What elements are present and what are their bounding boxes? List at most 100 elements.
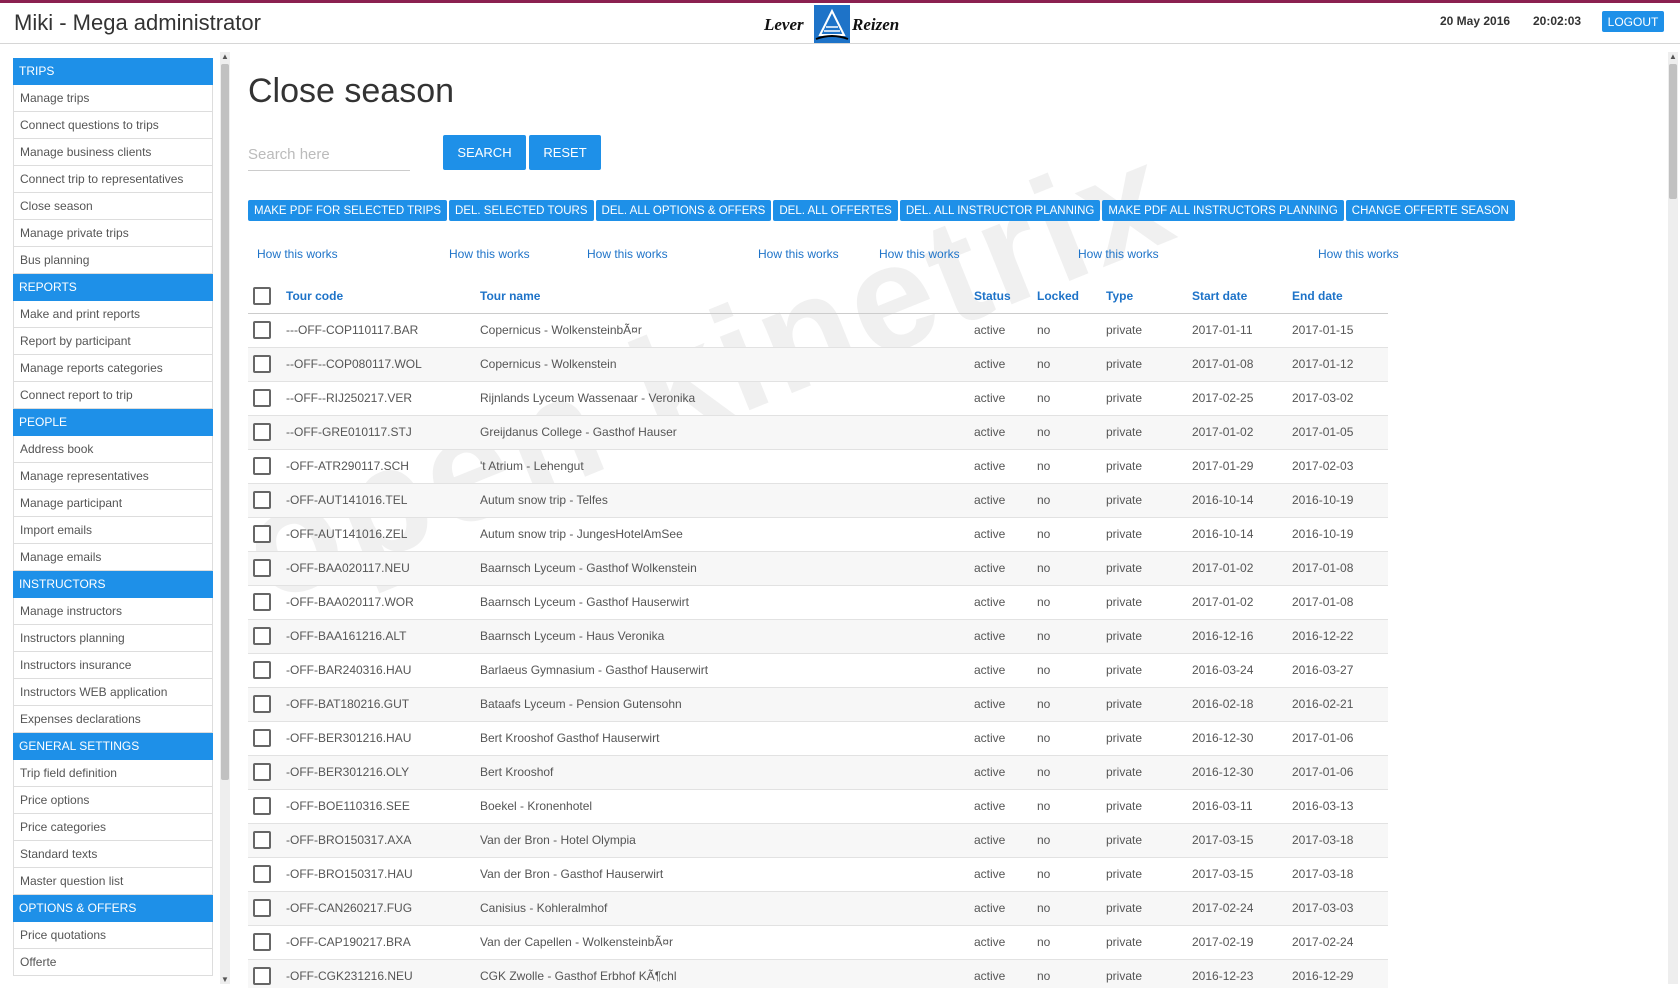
table-row[interactable]: -OFF-BAT180216.GUT Bataafs Lyceum - Pensi… bbox=[248, 687, 1388, 722]
search-button[interactable]: SEARCH bbox=[443, 135, 526, 170]
table-row[interactable]: -OFF-BRO150317.HAU Van der Bron - Gasthof… bbox=[248, 857, 1388, 892]
table-row[interactable]: -OFF-BAA020117.WOR Baarnsch Lyceum - Gast… bbox=[248, 585, 1388, 620]
row-checkbox[interactable] bbox=[253, 933, 271, 951]
select-all-checkbox[interactable] bbox=[253, 286, 271, 305]
how-this-works-link[interactable]: How this works bbox=[1078, 247, 1159, 261]
table-row[interactable]: ---OFF-COP110117.BAR Copernicus - Wolkens… bbox=[248, 313, 1388, 348]
sidebar-item-master-question-list[interactable]: Master question list bbox=[13, 868, 213, 895]
sidebar-item-manage-emails[interactable]: Manage emails bbox=[13, 544, 213, 571]
sidebar-item-manage-reports-categories[interactable]: Manage reports categories bbox=[13, 355, 213, 382]
table-row[interactable]: -OFF-CAN260217.FUG Canisius - Kohleralmho… bbox=[248, 891, 1388, 926]
row-checkbox[interactable] bbox=[253, 695, 271, 713]
sidebar-item-manage-private-trips[interactable]: Manage private trips bbox=[13, 220, 213, 247]
table-row[interactable]: --OFF--COP080117.WOL Copernicus - Wolkens… bbox=[248, 347, 1388, 382]
table-row[interactable]: -OFF-BOE110316.SEE Boekel - Kronenhotel ac… bbox=[248, 789, 1388, 824]
sidebar-section-general-settings[interactable]: GENERAL SETTINGS bbox=[13, 733, 213, 760]
sidebar-scrollbar-thumb[interactable] bbox=[221, 64, 229, 780]
row-checkbox[interactable] bbox=[253, 559, 271, 577]
action-button-del-selected-tours[interactable]: DEL. SELECTED TOURS bbox=[449, 200, 594, 221]
sidebar-item-price-options[interactable]: Price options bbox=[13, 787, 213, 814]
row-checkbox[interactable] bbox=[253, 525, 271, 543]
table-row[interactable]: --OFF--RIJ250217.VER Rijnlands Lyceum Was… bbox=[248, 381, 1388, 416]
table-row[interactable]: -OFF-BER301216.HAU Bert Krooshof Gasthof … bbox=[248, 721, 1388, 756]
sidebar-item-trip-field-definition[interactable]: Trip field definition bbox=[13, 760, 213, 787]
sidebar-item-manage-trips[interactable]: Manage trips bbox=[13, 85, 213, 112]
action-button-del-all-instructor-planning[interactable]: DEL. ALL INSTRUCTOR PLANNING bbox=[899, 200, 1101, 221]
table-row[interactable]: -OFF-ATR290117.SCH't Atrium - Lehengut ac… bbox=[248, 449, 1388, 484]
row-checkbox[interactable] bbox=[253, 389, 271, 407]
how-this-works-link[interactable]: How this works bbox=[758, 247, 839, 261]
col-header-locked[interactable]: Locked bbox=[1037, 279, 1106, 314]
table-row[interactable]: -OFF-AUT141016.ZEL Autum snow trip - Jung… bbox=[248, 517, 1388, 552]
how-this-works-link[interactable]: How this works bbox=[1318, 247, 1399, 261]
sidebar-item-connect-report-to-trip[interactable]: Connect report to trip bbox=[13, 382, 213, 409]
how-this-works-link[interactable]: How this works bbox=[879, 247, 960, 261]
table-row[interactable]: -OFF-BAR240316.HAU Barlaeus Gymnasium - G… bbox=[248, 653, 1388, 688]
row-checkbox[interactable] bbox=[253, 593, 271, 611]
sidebar-section-options-offers[interactable]: OPTIONS & OFFERS bbox=[13, 895, 213, 922]
table-row[interactable]: -OFF-BAA020117.NEU Baarnsch Lyceum - Gast… bbox=[248, 551, 1388, 586]
sidebar-scrollbar[interactable]: ▲ ▼ bbox=[220, 52, 230, 984]
sidebar-item-manage-representatives[interactable]: Manage representatives bbox=[13, 463, 213, 490]
how-this-works-link[interactable]: How this works bbox=[449, 247, 530, 261]
action-button-del-all-offertes[interactable]: DEL. ALL OFFERTES bbox=[773, 200, 898, 221]
sidebar-item-manage-participant[interactable]: Manage participant bbox=[13, 490, 213, 517]
row-checkbox[interactable] bbox=[253, 865, 271, 883]
sidebar-section-trips[interactable]: TRIPS bbox=[13, 58, 213, 85]
search-input[interactable] bbox=[248, 139, 410, 171]
page-scrollbar-thumb[interactable] bbox=[1669, 64, 1677, 199]
table-row[interactable]: -OFF-BRO150317.AXA Van der Bron - Hotel O… bbox=[248, 823, 1388, 858]
action-button-del-all-options-offers[interactable]: DEL. ALL OPTIONS & OFFERS bbox=[595, 200, 772, 221]
action-button-make-pdf-for-selected-trips[interactable]: MAKE PDF FOR SELECTED TRIPS bbox=[248, 200, 448, 221]
reset-button[interactable]: RESET bbox=[529, 135, 601, 170]
table-row[interactable]: -OFF-CGK231216.NEU CGK Zwolle - Gasthof E… bbox=[248, 959, 1388, 988]
action-button-change-offerte-season[interactable]: CHANGE OFFERTE SEASON bbox=[1345, 200, 1515, 221]
row-checkbox[interactable] bbox=[253, 797, 271, 815]
row-checkbox[interactable] bbox=[253, 355, 271, 373]
sidebar-item-manage-instructors[interactable]: Manage instructors bbox=[13, 598, 213, 625]
sidebar-section-people[interactable]: PEOPLE bbox=[13, 409, 213, 436]
sidebar-item-expenses-declarations[interactable]: Expenses declarations bbox=[13, 706, 213, 733]
scroll-down-arrow-icon[interactable]: ▼ bbox=[220, 975, 230, 984]
sidebar-item-offerte[interactable]: Offerte bbox=[13, 949, 213, 976]
col-header-tour-code[interactable]: Tour code bbox=[286, 279, 480, 314]
sidebar-item-close-season[interactable]: Close season bbox=[13, 193, 213, 220]
col-header-type[interactable]: Type bbox=[1106, 279, 1192, 314]
sidebar-item-import-emails[interactable]: Import emails bbox=[13, 517, 213, 544]
page-scrollbar[interactable]: ▲ bbox=[1668, 52, 1678, 984]
sidebar-item-make-and-print-reports[interactable]: Make and print reports bbox=[13, 301, 213, 328]
row-checkbox[interactable] bbox=[253, 899, 271, 917]
sidebar-item-standard-texts[interactable]: Standard texts bbox=[13, 841, 213, 868]
sidebar-item-bus-planning[interactable]: Bus planning bbox=[13, 247, 213, 274]
row-checkbox[interactable] bbox=[253, 831, 271, 849]
action-button-make-pdf-all-instructors-planning[interactable]: MAKE PDF ALL INSTRUCTORS PLANNING bbox=[1102, 200, 1344, 221]
row-checkbox[interactable] bbox=[253, 763, 271, 781]
row-checkbox[interactable] bbox=[253, 967, 271, 985]
sidebar-item-connect-questions-to-trips[interactable]: Connect questions to trips bbox=[13, 112, 213, 139]
col-header-start-date[interactable]: Start date bbox=[1192, 279, 1292, 314]
sidebar-item-instructors-insurance[interactable]: Instructors insurance bbox=[13, 652, 213, 679]
table-row[interactable]: -OFF-BER301216.OLY Bert Krooshof active no p… bbox=[248, 755, 1388, 790]
row-checkbox[interactable] bbox=[253, 321, 271, 339]
row-checkbox[interactable] bbox=[253, 729, 271, 747]
page-scroll-up-arrow-icon[interactable]: ▲ bbox=[1668, 52, 1678, 61]
row-checkbox[interactable] bbox=[253, 457, 271, 475]
table-row[interactable]: -OFF-CAP190217.BRA Van der Capellen - Wol… bbox=[248, 925, 1388, 960]
how-this-works-link[interactable]: How this works bbox=[587, 247, 668, 261]
row-checkbox[interactable] bbox=[253, 661, 271, 679]
sidebar-item-price-categories[interactable]: Price categories bbox=[13, 814, 213, 841]
sidebar-item-price-quotations[interactable]: Price quotations bbox=[13, 922, 213, 949]
col-header-tour-name[interactable]: Tour name bbox=[480, 279, 974, 314]
sidebar-item-instructors-web-application[interactable]: Instructors WEB application bbox=[13, 679, 213, 706]
sidebar-item-connect-trip-to-representatives[interactable]: Connect trip to representatives bbox=[13, 166, 213, 193]
table-row[interactable]: -OFF-AUT141016.TEL Autum snow trip - Telf… bbox=[248, 483, 1388, 518]
company-logo[interactable]: Lever Reizen bbox=[764, 5, 916, 43]
how-this-works-link[interactable]: How this works bbox=[257, 247, 338, 261]
sidebar-item-address-book[interactable]: Address book bbox=[13, 436, 213, 463]
table-row[interactable]: --OFF-GRE010117.STJ Greijdanus College - … bbox=[248, 415, 1388, 450]
sidebar-item-instructors-planning[interactable]: Instructors planning bbox=[13, 625, 213, 652]
sidebar-item-manage-business-clients[interactable]: Manage business clients bbox=[13, 139, 213, 166]
scroll-up-arrow-icon[interactable]: ▲ bbox=[220, 52, 230, 61]
logout-button[interactable]: LOGOUT bbox=[1602, 11, 1664, 32]
sidebar-item-report-by-participant[interactable]: Report by participant bbox=[13, 328, 213, 355]
